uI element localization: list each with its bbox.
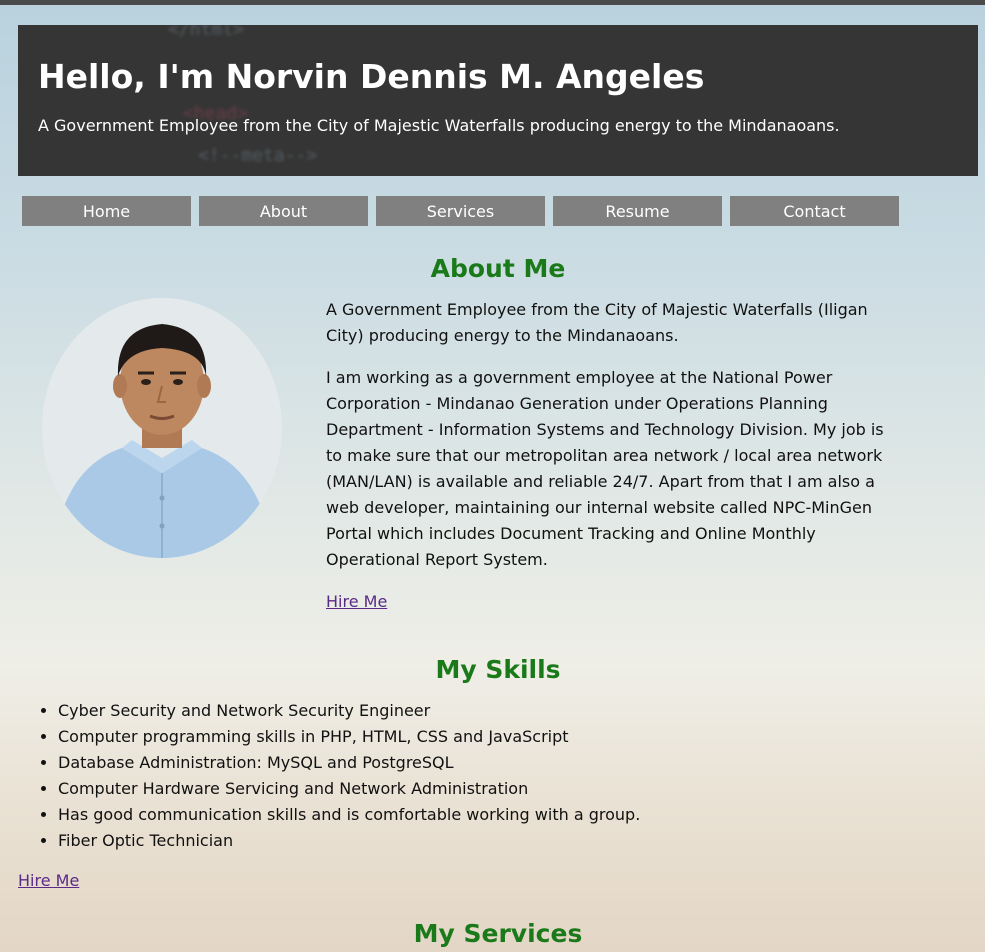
page-subtitle: A Government Employee from the City of M… <box>38 116 840 135</box>
browser-top-strip <box>0 0 985 5</box>
list-item: Computer Hardware Servicing and Network … <box>58 776 640 802</box>
about-heading: About Me <box>430 254 566 283</box>
list-item: Fiber Optic Technician <box>58 828 640 854</box>
background-code-decoration: <!--meta--> <box>198 145 318 166</box>
list-item: Database Administration: MySQL and Postg… <box>58 750 640 776</box>
nav-home[interactable]: Home <box>22 196 191 226</box>
background-code-decoration: </html> <box>168 25 244 40</box>
list-item: Cyber Security and Network Security Engi… <box>58 698 640 724</box>
hire-me-link[interactable]: Hire Me <box>326 592 387 611</box>
skills-list: Cyber Security and Network Security Engi… <box>18 698 640 854</box>
skills-heading: My Skills <box>435 655 561 684</box>
person-portrait-icon <box>42 298 282 558</box>
about-content: A Government Employee from the City of M… <box>326 297 896 615</box>
nav-services[interactable]: Services <box>376 196 545 226</box>
main-nav: Home About Services Resume Contact <box>22 196 899 226</box>
about-paragraph: A Government Employee from the City of M… <box>326 300 868 345</box>
services-heading: My Services <box>413 919 583 948</box>
hire-me-link[interactable]: Hire Me <box>18 871 79 890</box>
page-header: </html> <head> <!--meta--> Hello, I'm No… <box>18 25 978 176</box>
nav-resume[interactable]: Resume <box>553 196 722 226</box>
list-item: Has good communication skills and is com… <box>58 802 640 828</box>
profile-photo <box>42 298 282 558</box>
page-title: Hello, I'm Norvin Dennis M. Angeles <box>38 57 705 96</box>
nav-about[interactable]: About <box>199 196 368 226</box>
list-item: Computer programming skills in PHP, HTML… <box>58 724 640 750</box>
nav-contact[interactable]: Contact <box>730 196 899 226</box>
about-paragraph: I am working as a government employee at… <box>326 368 884 569</box>
